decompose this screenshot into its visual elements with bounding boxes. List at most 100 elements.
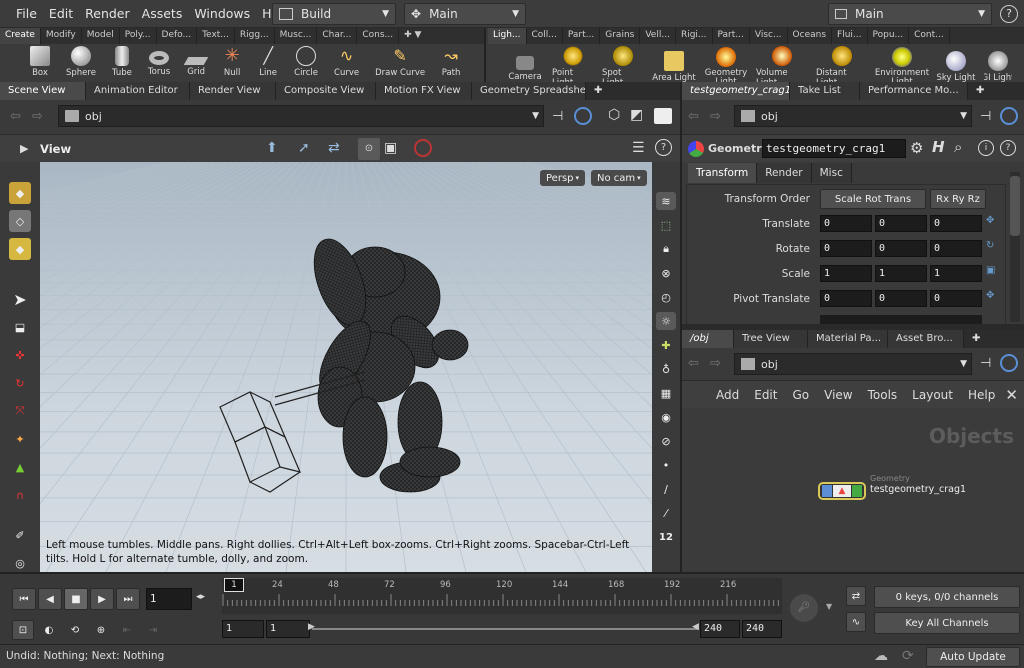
tool-environment-light[interactable]: Environment Light [875,47,929,87]
tool-tube[interactable]: Tube [112,46,132,78]
wrench-icon[interactable]: ✕ [1005,386,1018,404]
hide-eye-icon[interactable]: ⊘ [656,432,676,450]
shelf-tab-rigid[interactable]: Rigi... [676,28,713,44]
shelf-tab-modify[interactable]: Modify [41,28,82,44]
param-scrollbar[interactable] [1010,172,1020,322]
network-menu-edit[interactable]: Edit [754,388,777,402]
link-icon[interactable] [1000,354,1018,372]
shelf-tab-muscles[interactable]: Musc... [275,28,318,44]
chevron-down-icon[interactable]: ▼ [826,602,832,611]
playback-start-field[interactable]: 1 [266,620,310,638]
range-end-field[interactable]: 240 [742,620,782,638]
shelf-tab-fluid[interactable]: Flui... [832,28,868,44]
tool-draw-curve[interactable]: ✎ Draw Curve [375,46,425,78]
help-icon[interactable]: ? [1000,5,1018,23]
pin-icon[interactable]: ⊣ [980,109,991,124]
translate-z[interactable]: 0 [930,215,982,232]
headlight-icon[interactable]: ✚ [656,336,676,354]
tab-asset-browser[interactable]: Asset Bro... [888,330,964,348]
network-menu-layout[interactable]: Layout [912,388,953,402]
tool-path[interactable]: ↝ Path [441,46,461,78]
settings-list-icon[interactable]: ☰ [632,140,645,156]
shelf-tab-lights[interactable]: Ligh... [488,28,527,44]
back-arrow-icon[interactable]: ⇦ [688,356,699,371]
param-help-icon[interactable]: ? [1000,140,1016,156]
select-points-icon[interactable]: ◆ [9,182,31,204]
select-arrow-icon[interactable]: ➤ [9,288,31,310]
pivot-z[interactable]: 0 [930,290,982,307]
shelf-tab-oceans[interactable]: Oceans [788,28,833,44]
forward-arrow-icon[interactable]: ⇨ [32,109,43,124]
pivot-x[interactable]: 0 [820,290,872,307]
shelf-tab-texture[interactable]: Text... [197,28,235,44]
reel-icon[interactable]: ◎ [9,552,31,574]
step-frame-icon[interactable]: ◂▸ [196,592,205,602]
checker-icon[interactable]: ▦ [656,384,676,402]
shelf-tab-collisions[interactable]: Coll... [527,28,563,44]
menu-assets[interactable]: Assets [142,6,183,21]
tab-performance-monitor[interactable]: Performance Mo... [860,82,968,100]
auto-update-menu[interactable]: Auto Update [926,647,1020,667]
tool-gi-light[interactable]: GI Light [984,51,1012,83]
scale-x[interactable]: 1 [820,265,872,282]
info-icon[interactable]: i [978,140,994,156]
hda-icon[interactable]: H [932,138,945,156]
magnet-icon[interactable]: ∩ [9,484,31,506]
tool-area-light[interactable]: Area Light [652,51,696,83]
network-menu-tools[interactable]: Tools [868,388,898,402]
keys-sync-icon[interactable]: ⇄ [846,586,866,606]
menu-render[interactable]: Render [85,6,130,21]
tab-motion-fx-view[interactable]: Motion FX View [376,82,472,100]
select-edges-icon[interactable]: ◇ [9,210,31,232]
record-icon[interactable] [414,139,432,157]
viewer-help-icon[interactable]: ? [655,139,672,156]
pin-icon[interactable]: ⊣ [980,356,991,371]
jump-end-icon[interactable]: ⏭ [116,588,140,610]
tool-line[interactable]: ╱ Line [258,46,278,78]
tool-camera[interactable]: Camera [506,53,544,82]
camera-link-icon[interactable]: ⊙ [358,138,380,160]
shelf-tab-poly[interactable]: Poly... [120,28,157,44]
shelf-tab-container[interactable]: Cont... [909,28,950,44]
menu-windows[interactable]: Windows [194,6,250,21]
subtab-render[interactable]: Render [757,163,812,183]
shelf-tab-deform[interactable]: Defo... [157,28,198,44]
tool-sphere[interactable]: Sphere [66,46,96,78]
cloud-icon[interactable]: ☁ [874,648,888,664]
tool-sky-light[interactable]: Sky Light [936,51,976,83]
tab-render-view[interactable]: Render View [190,82,276,100]
tool-null[interactable]: ✳ Null [222,46,242,79]
network-editor[interactable]: Objects Geometry ▲ testgeometry_crag1 [682,408,1024,572]
tab-material-palette[interactable]: Material Pa... [808,330,888,348]
play-icon[interactable]: ▶ [90,588,114,610]
paint-icon[interactable]: ✐ [9,524,31,546]
tab-param-node[interactable]: testgeometry_crag1 [682,82,790,100]
tab-tree-view[interactable]: Tree View [734,330,808,348]
rotate-y[interactable]: 0 [875,240,927,257]
playhead[interactable]: 1 [224,578,244,592]
node-name-field[interactable]: testgeometry_crag1 [762,139,906,158]
tab-animation-editor[interactable]: Animation Editor [86,82,190,100]
context-selector[interactable]: ✥ Main ▼ [404,3,526,25]
tool-geometry-light[interactable]: Geometry Light [704,47,748,87]
stop-icon[interactable]: ■ [64,588,88,610]
translate-handle-icon[interactable]: ✥ [986,215,994,226]
tool-curve[interactable]: ∿ Curve [334,46,359,78]
tab-take-list[interactable]: Take List [790,82,860,100]
ghost-icon[interactable]: ⬚ [656,216,676,234]
back-arrow-icon[interactable]: ⇦ [10,109,21,124]
translate-y[interactable]: 0 [875,215,927,232]
viewport[interactable]: Persp ▾ No cam ▾ Left mouse tumbles. Mid… [40,162,652,572]
scale-y[interactable]: 1 [875,265,927,282]
normals-icon[interactable]: ∕ [656,480,676,498]
gear-icon[interactable]: ⚙ [910,139,923,157]
shelf-add-tab-icon[interactable]: ✚ ▼ [399,28,426,44]
cube-icon[interactable]: ⬡ [608,107,620,123]
pivot-y[interactable]: 0 [875,290,927,307]
subtab-misc[interactable]: Misc [811,163,852,183]
network-path-field[interactable]: obj ▼ [734,353,972,375]
range-end-handle-icon[interactable]: ◀ [692,622,699,632]
jump-start-icon[interactable]: ⏮ [12,588,36,610]
vis-eye-icon[interactable]: ◉ [656,408,676,426]
param-scroll-thumb[interactable] [1010,176,1020,236]
